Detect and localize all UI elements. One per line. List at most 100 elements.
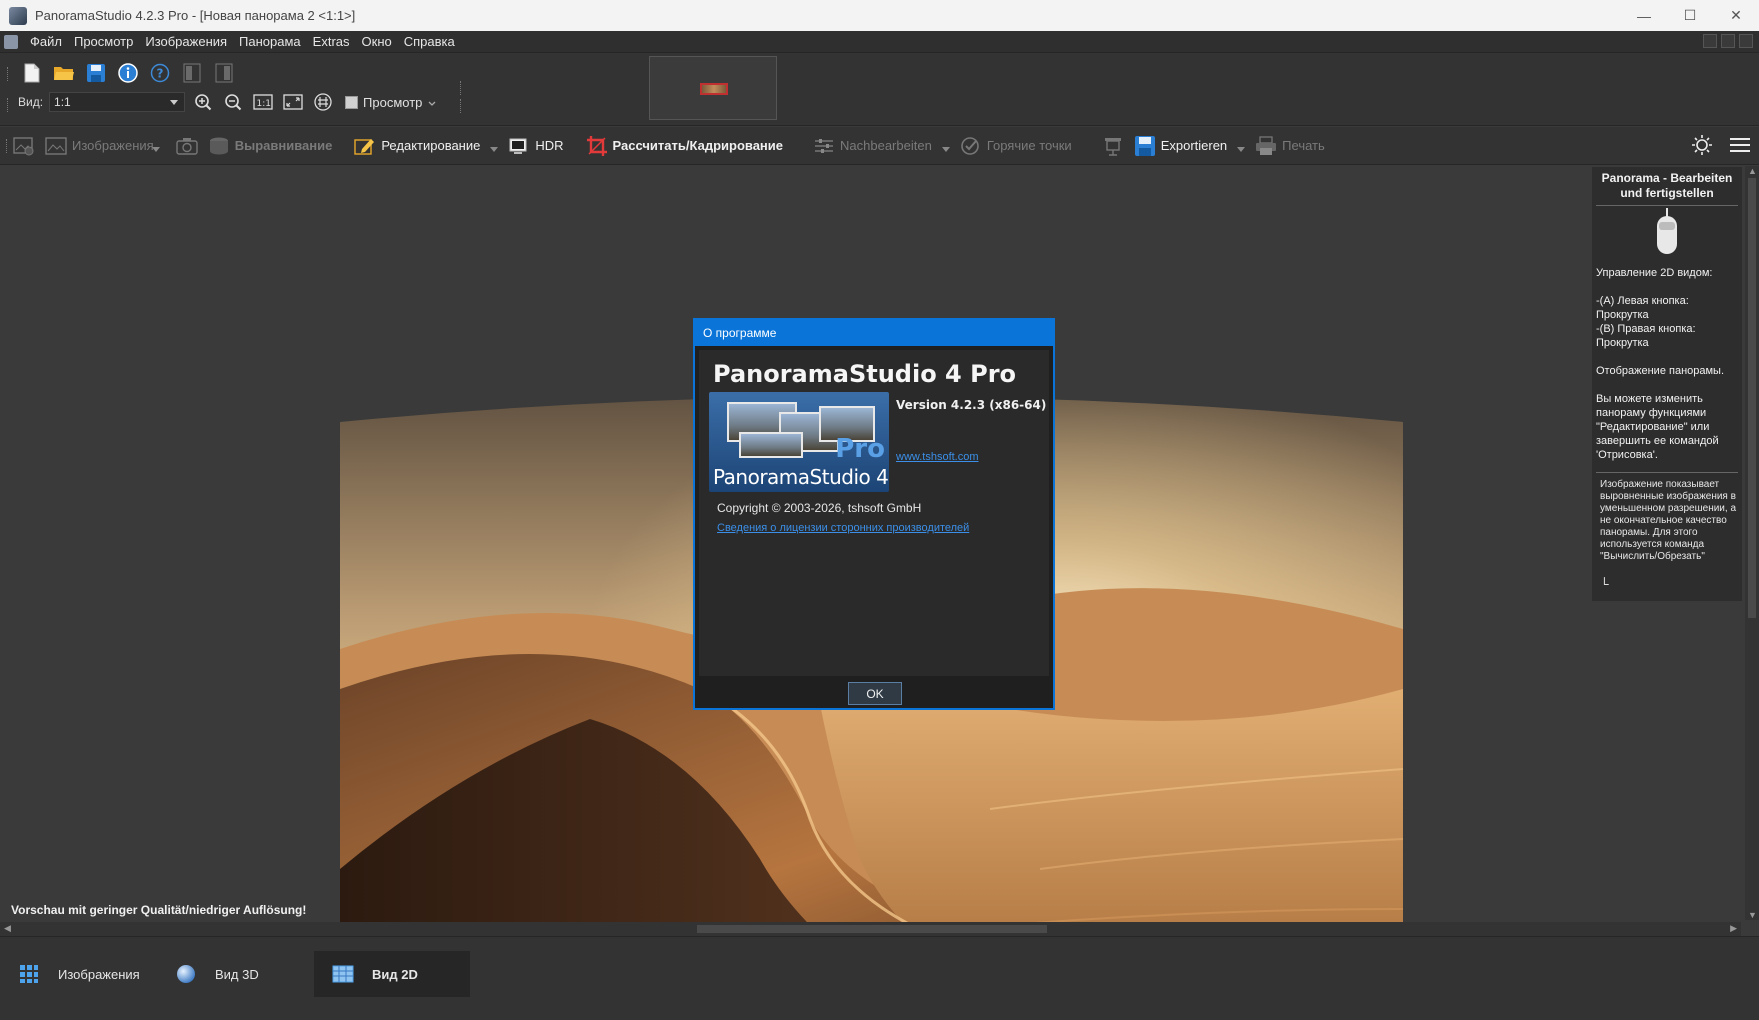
fit-window-icon[interactable] [281, 91, 305, 113]
new-file-icon[interactable] [20, 61, 44, 85]
tab-view-3d-label: Вид 3D [215, 966, 259, 982]
minimize-button[interactable]: — [1621, 0, 1667, 31]
svg-text:?: ? [157, 67, 164, 81]
preview-label: Просмотр [363, 94, 423, 110]
images-dropdown-caret[interactable] [151, 147, 160, 156]
toolbar-grip[interactable] [460, 99, 463, 113]
menu-help[interactable]: Справка [398, 34, 461, 49]
export-button[interactable]: Exportieren [1134, 127, 1227, 165]
vertical-scrollbar[interactable]: ▲ ▼ [1745, 166, 1759, 920]
menu-panorama[interactable]: Панорама [233, 34, 307, 49]
toolbar-grip[interactable] [7, 98, 10, 112]
print-label: Печать [1282, 138, 1325, 153]
mdi-minimize-button[interactable] [1703, 34, 1717, 48]
scroll-right-icon[interactable]: ▶ [1730, 923, 1737, 934]
menu-view[interactable]: Просмотр [68, 34, 139, 49]
scroll-left-icon[interactable]: ◀ [4, 923, 11, 934]
preview-checkbox[interactable] [345, 95, 359, 109]
preview-toggle[interactable]: Просмотр [345, 95, 437, 110]
horizontal-scrollbar[interactable]: ◀ ▶ [0, 922, 1741, 936]
zoom-in-icon[interactable] [191, 91, 215, 113]
view-label: Вид: [18, 95, 44, 109]
tab-view-2d[interactable]: Вид 2D [314, 951, 470, 997]
tab-images[interactable]: Изображения [0, 951, 150, 997]
toolbar-grip[interactable] [460, 81, 463, 95]
print-button[interactable]: Печать [1255, 127, 1325, 165]
postprocess-dropdown-caret[interactable] [941, 147, 950, 156]
layout-left-icon[interactable] [180, 61, 204, 85]
website-link[interactable]: www.tshsoft.com [896, 451, 979, 463]
images-icon [45, 135, 67, 157]
toolbar-grip[interactable] [6, 138, 9, 153]
scroll-up-icon[interactable]: ▲ [1748, 166, 1757, 176]
chevron-down-icon[interactable] [427, 97, 437, 107]
document-menu-icon[interactable] [4, 34, 18, 49]
images-workflow-button[interactable]: Изображения [45, 127, 154, 165]
export-label: Exportieren [1160, 138, 1228, 153]
info-icon[interactable] [116, 61, 140, 85]
postprocess-label: Nachbearbeiten [840, 138, 932, 153]
horizontal-scroll-thumb[interactable] [697, 925, 1047, 933]
render-crop-label: Рассчитать/Кадрирование [612, 138, 784, 153]
tab-view-2d-label: Вид 2D [372, 966, 418, 982]
menu-extras[interactable]: Extras [307, 34, 356, 49]
hamburger-menu-icon[interactable] [1729, 136, 1751, 157]
postprocess-button[interactable]: Nachbearbeiten [813, 127, 932, 165]
hdr-icon [508, 135, 530, 157]
tab-view-3d[interactable]: Вид 3D [157, 951, 307, 997]
vertical-scroll-thumb[interactable] [1748, 178, 1756, 618]
ok-button[interactable]: OK [848, 682, 902, 705]
zoom-out-icon[interactable] [221, 91, 245, 113]
navigator-viewport[interactable] [700, 83, 728, 95]
help-icon[interactable]: ? [148, 61, 172, 85]
hdr-button[interactable]: HDR [508, 127, 564, 165]
presentation-button[interactable] [1102, 127, 1124, 165]
brightness-icon[interactable] [1691, 134, 1713, 159]
open-folder-icon[interactable] [52, 61, 76, 85]
main-toolbar: ? Вид: 1:1 1:1 Просмотр [0, 53, 1759, 126]
edit-icon [354, 135, 376, 157]
edit-dropdown-caret[interactable] [490, 147, 499, 156]
layout-right-icon[interactable] [212, 61, 236, 85]
menu-images[interactable]: Изображения [139, 34, 233, 49]
hotspots-button[interactable]: Горячие точки [960, 127, 1072, 165]
presentation-icon [1102, 135, 1124, 157]
about-dialog: О программе PanoramaStudio 4 Pro Pro Pan… [693, 318, 1055, 710]
view-toolbar: Вид: 1:1 1:1 Просмотр [18, 91, 437, 113]
menu-bar: Файл Просмотр Изображения Панорама Extra… [0, 31, 1759, 53]
panel-collapse-icon[interactable]: └ [1600, 577, 1609, 591]
actual-size-icon[interactable]: 1:1 [251, 91, 275, 113]
mouse-icon [1657, 208, 1677, 254]
save-icon[interactable] [84, 61, 108, 85]
edit-button[interactable]: Редактирование [354, 127, 480, 165]
camera-button[interactable] [176, 127, 198, 165]
render-crop-button[interactable]: Рассчитать/Кадрирование [586, 127, 783, 165]
view-tabs-bar: Изображения Вид 3D Вид 2D [0, 936, 1759, 1020]
align-label: Выравнивание [234, 138, 333, 153]
toolbar-grip[interactable] [7, 67, 10, 81]
grid-icon[interactable] [311, 91, 335, 113]
maximize-button[interactable]: ☐ [1667, 0, 1713, 31]
mdi-restore-button[interactable] [1721, 34, 1735, 48]
help-info-panel: Panorama - Bearbeiten und fertigstellen … [1592, 167, 1742, 601]
scroll-down-icon[interactable]: ▼ [1748, 910, 1757, 920]
hotspots-label: Горячие точки [986, 138, 1072, 153]
close-button[interactable]: ✕ [1713, 0, 1759, 31]
info-panel-title: Panorama - Bearbeiten und fertigstellen [1596, 171, 1738, 206]
logo-pro-text: Pro [835, 434, 885, 464]
window-title: PanoramaStudio 4.2.3 Pro - [Новая панора… [35, 8, 356, 23]
add-images-button[interactable] [13, 127, 35, 165]
menu-window[interactable]: Окно [356, 34, 398, 49]
app-icon[interactable] [9, 6, 27, 25]
mdi-close-button[interactable] [1739, 34, 1753, 48]
tab-images-label: Изображения [58, 966, 140, 982]
edit-label: Редактирование [381, 138, 481, 153]
menu-file[interactable]: Файл [24, 34, 68, 49]
export-dropdown-caret[interactable] [1237, 147, 1246, 156]
navigator-thumbnail[interactable] [649, 56, 777, 120]
crop-icon [586, 135, 608, 157]
zoom-select[interactable]: 1:1 [49, 92, 186, 112]
hotspot-icon [960, 135, 982, 157]
third-party-license-link[interactable]: Сведения о лицензии сторонних производит… [717, 522, 969, 534]
align-button[interactable]: Выравнивание [208, 127, 333, 165]
